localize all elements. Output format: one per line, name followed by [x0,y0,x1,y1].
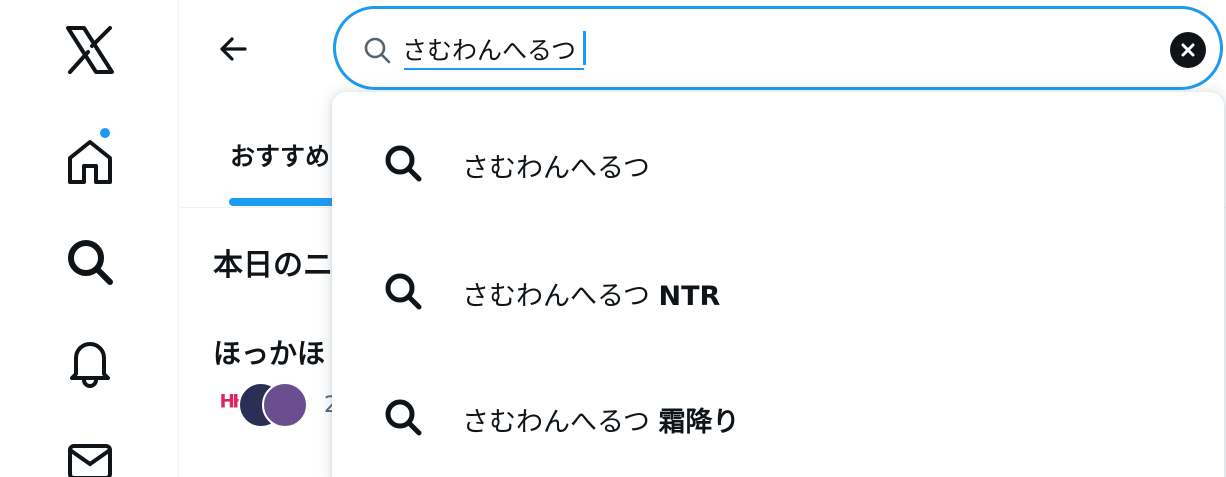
bell-icon[interactable] [62,334,118,390]
avatar [262,382,308,428]
left-nav [0,0,179,477]
text-caret [583,31,586,65]
search-input[interactable] [402,27,1142,71]
app-root: おすすめ 本日のニ ほっかほ H H 2 [0,0,1226,477]
notification-dot [98,126,112,140]
home-icon[interactable] [62,134,118,190]
search-icon [364,37,391,64]
suggestion-item[interactable]: さむわんへるつ 霜降り [332,352,1224,477]
suggestion-prefix: さむわんへるつ [462,153,650,184]
close-icon [1181,43,1195,57]
search-icon [385,145,422,182]
search-icon[interactable] [62,234,118,290]
trend-title[interactable]: ほっかほ [213,332,325,372]
suggestion-text: さむわんへるつ [462,146,650,185]
back-button[interactable] [206,22,260,76]
clear-search-button[interactable] [1170,32,1206,68]
suggestion-text: さむわんへるつ NTR [462,274,720,313]
search-box[interactable] [333,6,1223,90]
x-logo-icon[interactable] [62,22,118,78]
suggestion-item[interactable]: さむわんへるつ [332,98,1224,224]
arrow-left-icon [220,37,247,61]
mail-icon[interactable] [62,436,118,477]
search-suggestions-dropdown: さむわんへるつ さむわんへるつ NTR さむわんへるつ 霜降り [332,92,1224,477]
search-icon [385,399,422,436]
ime-composition-underline [404,68,584,70]
tab-for-you[interactable]: おすすめ [230,137,330,173]
suggestion-item[interactable]: さむわんへるつ NTR [332,226,1224,352]
search-icon [385,273,422,310]
suggestion-suffix: NTR [658,281,721,312]
suggestion-text: さむわんへるつ 霜降り [462,400,740,439]
suggestion-prefix: さむわんへるつ [462,407,650,438]
suggestion-prefix: さむわんへるつ [462,281,650,312]
suggestion-suffix: 霜降り [658,407,740,438]
section-title: 本日のニ [213,248,333,283]
